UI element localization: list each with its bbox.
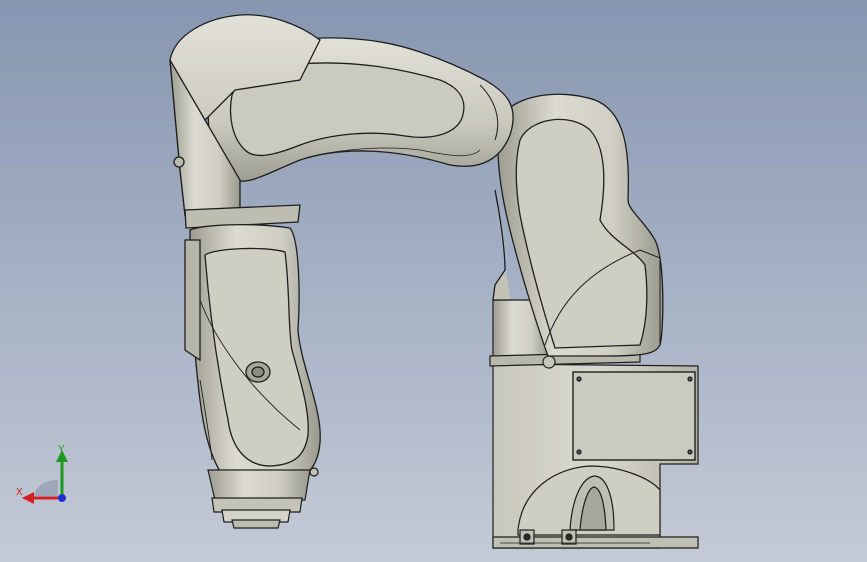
axis-triad: X Y xyxy=(12,440,76,506)
base-pedestal xyxy=(492,363,699,549)
wrist-flange xyxy=(207,467,319,529)
forearm xyxy=(184,224,321,485)
y-axis-label: Y xyxy=(58,444,65,455)
robot-arm-model[interactable] xyxy=(0,0,867,562)
cad-viewport[interactable]: X Y xyxy=(0,0,867,562)
x-axis-label: X xyxy=(16,487,23,498)
